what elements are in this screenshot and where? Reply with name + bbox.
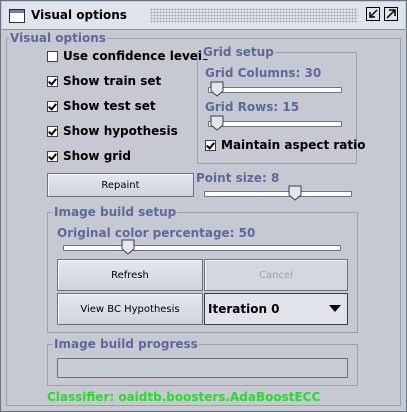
checkbox-box[interactable] <box>47 75 58 87</box>
checkbox-box[interactable] <box>205 139 216 151</box>
maintain-aspect-ratio-checkbox[interactable]: Maintain aspect ratio <box>205 137 365 153</box>
slider-thumb[interactable] <box>210 81 224 97</box>
cancel-button[interactable]: Cancel <box>204 259 348 291</box>
grid-columns-label: Grid Columns: 30 <box>205 66 322 80</box>
title-bar[interactable]: Visual options <box>2 2 405 30</box>
slider-track <box>208 87 342 93</box>
window-title: Visual options <box>31 8 127 22</box>
checkbox-label: Use confidence levels <box>63 49 210 63</box>
maximize-icon[interactable] <box>384 7 398 21</box>
show-test-set-checkbox[interactable]: Show test set <box>47 98 156 114</box>
title-bar-texture <box>150 8 358 23</box>
repaint-button[interactable]: Repaint <box>47 173 194 197</box>
checkbox-box[interactable] <box>47 150 58 162</box>
slider-thumb[interactable] <box>288 185 302 201</box>
image-build-progress-legend: Image build progress <box>53 337 199 351</box>
checkbox-label: Show grid <box>63 149 131 163</box>
show-hypothesis-checkbox[interactable]: Show hypothesis <box>47 123 178 139</box>
grid-rows-label: Grid Rows: 15 <box>205 100 300 114</box>
point-size-label: Point size: 8 <box>196 171 280 185</box>
iteration-select[interactable]: Iteration 0 <box>204 293 348 325</box>
use-confidence-levels-checkbox[interactable]: Use confidence levels <box>47 48 209 64</box>
grid-rows-slider[interactable] <box>208 115 342 133</box>
chevron-down-icon[interactable] <box>329 305 341 312</box>
slider-track <box>204 191 352 197</box>
minimize-icon[interactable] <box>366 7 380 21</box>
visual-options-legend: Visual options <box>9 31 107 45</box>
checkbox-label: Show hypothesis <box>63 124 178 138</box>
checkbox-box[interactable] <box>47 125 58 137</box>
checkbox-label: Maintain aspect ratio <box>221 138 366 152</box>
classifier-status: Classifier: oaidtb.boosters.AdaBoostECC <box>47 390 321 404</box>
window-icon[interactable] <box>9 9 25 23</box>
slider-thumb[interactable] <box>210 115 224 131</box>
iteration-selected-value: Iteration 0 <box>208 302 280 316</box>
show-train-set-checkbox[interactable]: Show train set <box>47 73 161 89</box>
slider-track <box>208 121 342 127</box>
slider-thumb[interactable] <box>121 239 135 255</box>
checkbox-label: Show test set <box>63 99 156 113</box>
view-bc-hypothesis-button[interactable]: View BC Hypothesis <box>57 293 203 325</box>
image-build-setup-legend: Image build setup <box>53 205 178 219</box>
grid-columns-slider[interactable] <box>208 81 342 99</box>
checkbox-label: Show train set <box>63 74 162 88</box>
original-color-label: Original color percentage: 50 <box>57 226 256 240</box>
checkbox-box[interactable] <box>47 100 58 112</box>
window-frame: Visual options Visual options Use confid… <box>0 0 407 412</box>
original-color-slider[interactable] <box>63 239 341 257</box>
checkbox-box[interactable] <box>47 50 58 62</box>
refresh-button[interactable]: Refresh <box>57 259 203 291</box>
image-build-progress-bar <box>57 358 348 378</box>
point-size-slider[interactable] <box>204 185 352 203</box>
grid-setup-legend: Grid setup <box>202 45 275 59</box>
show-grid-checkbox[interactable]: Show grid <box>47 148 131 164</box>
slider-track <box>63 245 341 251</box>
